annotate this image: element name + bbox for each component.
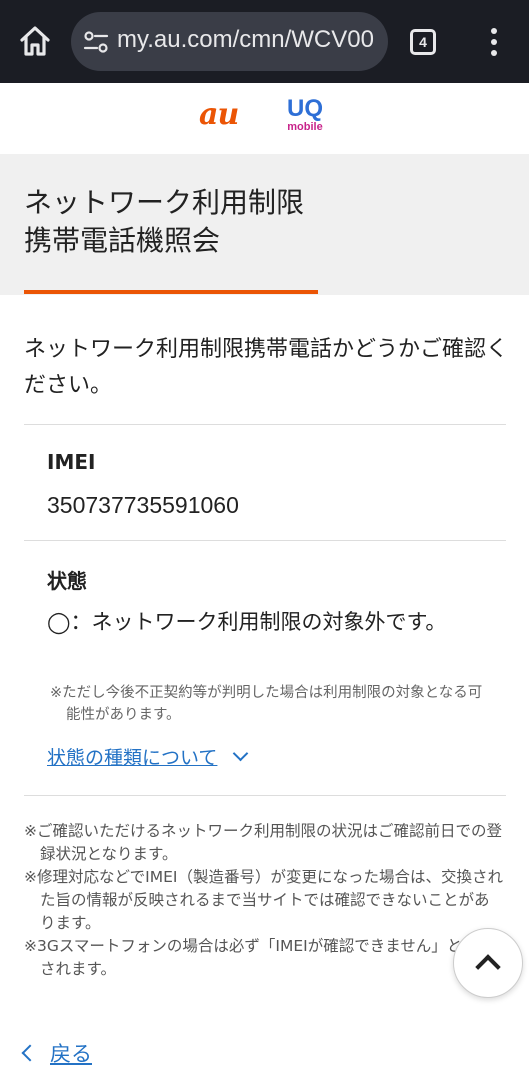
divider [24,795,506,796]
uq-mobile-logo[interactable]: UQ mobile [280,95,330,134]
intro-text: ネットワーク利用制限携帯電話かどうかご確認ください。 [24,337,509,398]
page-title-line1: ネットワーク利用制限 [24,186,305,219]
imei-value: 350737735591060 [47,492,239,518]
note-item: ※3Gスマートフォンの場合は必ず「IMEIが確認できません」と表記されます。 [24,937,494,978]
status-note: ※ただし今後不正契約等が判明した場合は利用制限の対象となる可能性があります。 [50,685,483,723]
page-title-line2: 携帯電話機照会 [24,224,221,257]
back-link[interactable]: 戻る [21,1038,92,1068]
title-underline [24,290,318,294]
site-settings-icon[interactable] [83,30,109,54]
back-link-label: 戻る [50,1042,92,1066]
scroll-top-icon [475,954,501,980]
note-item: ※修理対応などでIMEI（製造番号）が変更になった場合は、交換された旨の情報が反… [24,868,503,932]
url-text[interactable]: my.au.com/cmn/WCV00 [117,26,379,54]
divider [24,540,506,541]
browser-toolbar: my.au.com/cmn/WCV00 4 [0,0,529,83]
status-label: 状態 [47,569,87,593]
tab-switcher-icon[interactable]: 4 [410,29,436,55]
overflow-menu-icon[interactable] [484,26,504,58]
address-bar[interactable]: my.au.com/cmn/WCV00 [71,12,388,71]
au-logo[interactable]: au [199,97,239,132]
uq-logo-sub: mobile [287,121,323,133]
chevron-down-icon [233,745,249,762]
brand-header: au UQ mobile [0,83,529,154]
chevron-left-icon [21,1044,39,1062]
status-types-link[interactable]: 状態の種類について [47,743,249,770]
home-icon[interactable] [18,24,52,58]
note-item: ※ご確認いただけるネットワーク利用制限の状況はご確認前日での登録状況となります。 [24,822,502,863]
page-title: ネットワーク利用制限 携帯電話機照会 [24,184,304,260]
scroll-top-button[interactable] [453,928,523,998]
imei-label: IMEI [47,450,96,474]
status-types-link-label: 状態の種類について [47,747,218,769]
status-text: ◯：ネットワーク利用制限の対象外です。 [47,610,447,634]
divider [24,424,506,425]
page-title-area: ネットワーク利用制限 携帯電話機照会 [0,154,529,295]
uq-logo-text: UQ [287,95,323,122]
notes-list: ※ご確認いただけるネットワーク利用制限の状況はご確認前日での登録状況となります。… [24,820,504,981]
